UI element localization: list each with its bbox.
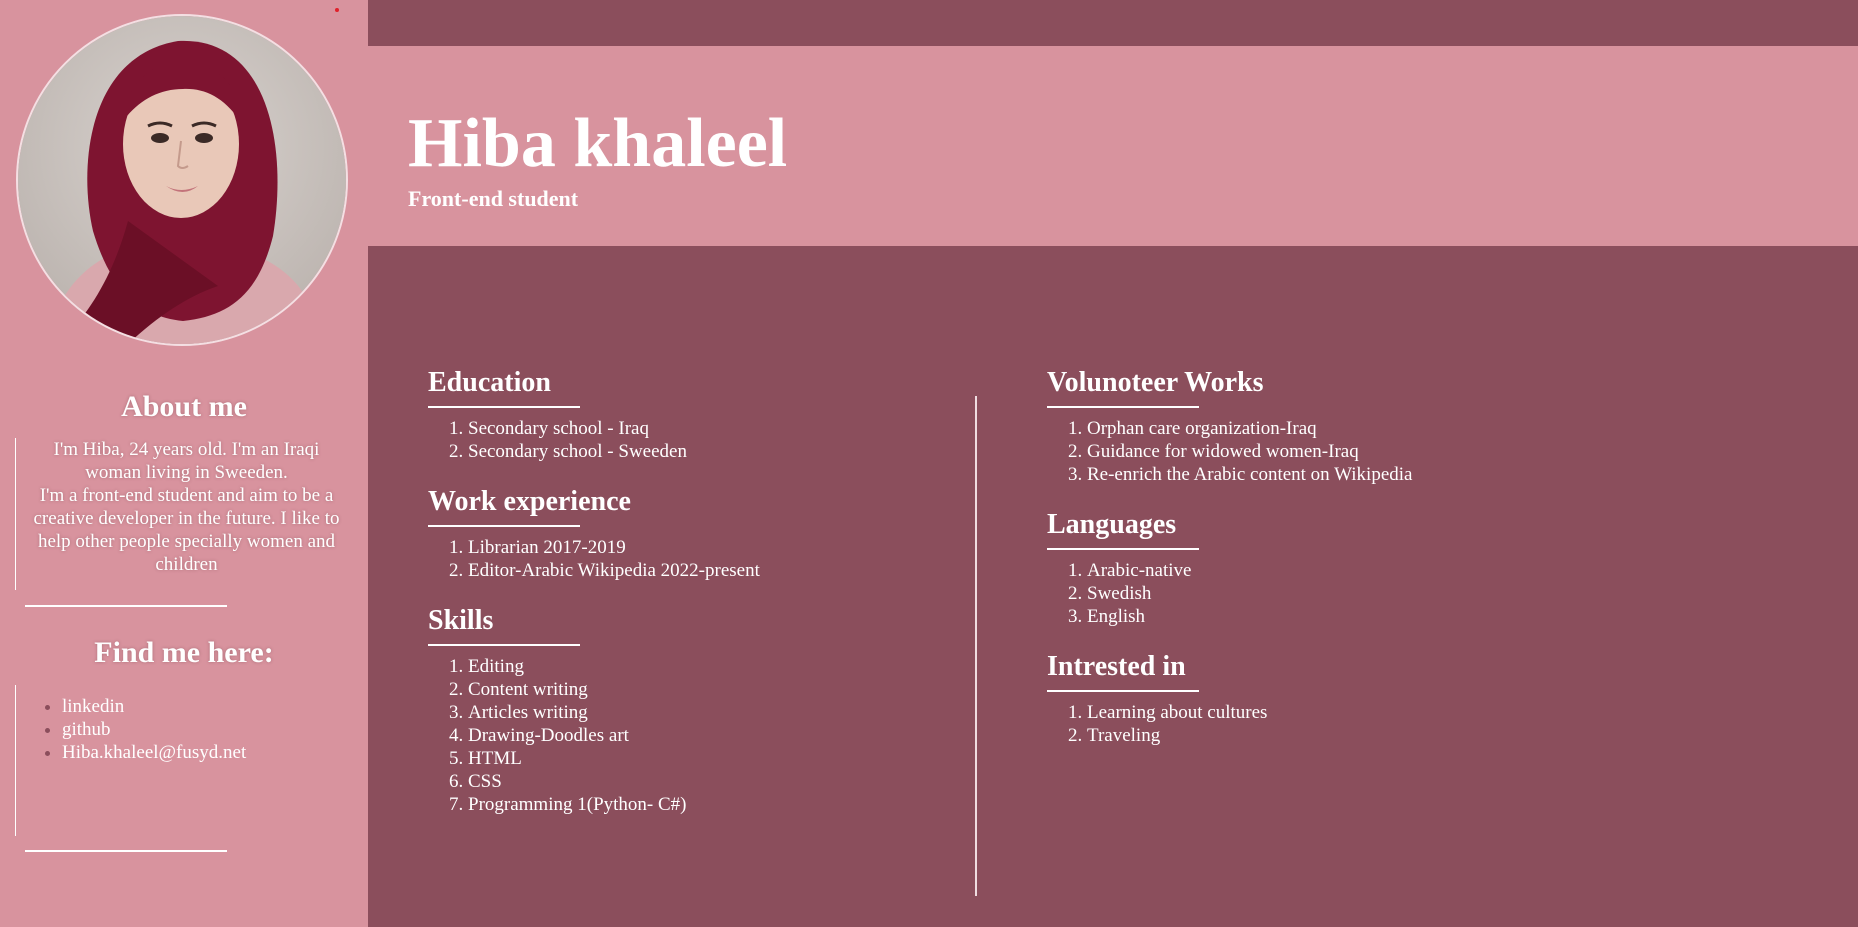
list-item: Drawing-Doodles art: [468, 724, 948, 747]
list-item: Programming 1(Python- C#): [468, 793, 948, 816]
list-item: Re-enrich the Arabic content on Wikipedi…: [1087, 463, 1567, 486]
column-divider: [975, 396, 977, 896]
links-box: linkedin github Hiba.khaleel@fusyd.net: [15, 685, 355, 836]
skills-list: Editing Content writing Articles writing…: [428, 655, 948, 816]
sidebar: About me I'm Hiba, 24 years old. I'm an …: [0, 0, 368, 927]
link-email[interactable]: Hiba.khaleel@fusyd.net: [62, 741, 355, 764]
section-underline: [428, 525, 580, 527]
right-column: Volunoteer Works Orphan care organizatio…: [1047, 364, 1567, 767]
about-heading: About me: [121, 390, 247, 423]
section-title: Intrested in: [1047, 651, 1186, 682]
section-title: Education: [428, 367, 551, 398]
sidebar-divider: [25, 605, 227, 607]
work-list: Librarian 2017-2019 Editor-Arabic Wikipe…: [428, 536, 948, 582]
section-languages: Languages Arabic-native Swedish English: [1047, 506, 1567, 628]
about-line: I'm Hiba, 24 years old. I'm an Iraqi wom…: [53, 439, 320, 483]
section-skills: Skills Editing Content writing Articles …: [428, 602, 948, 816]
section-title: Work experience: [428, 486, 631, 517]
links-list: linkedin github Hiba.khaleel@fusyd.net: [16, 685, 355, 764]
section-underline: [1047, 406, 1199, 408]
list-item: English: [1087, 605, 1567, 628]
languages-list: Arabic-native Swedish English: [1047, 559, 1567, 628]
list-item: Arabic-native: [1087, 559, 1567, 582]
interests-list: Learning about cultures Traveling: [1047, 701, 1567, 747]
find-me-heading: Find me here:: [94, 636, 274, 669]
link-github[interactable]: github: [62, 718, 355, 741]
section-underline: [1047, 690, 1199, 692]
list-item: CSS: [468, 770, 948, 793]
list-item: Secondary school - Iraq: [468, 417, 948, 440]
list-item: Orphan care organization-Iraq: [1087, 417, 1567, 440]
section-education: Education Secondary school - Iraq Second…: [428, 364, 948, 463]
list-item: Editor-Arabic Wikipedia 2022-present: [468, 559, 948, 582]
section-underline: [428, 406, 580, 408]
about-box: I'm Hiba, 24 years old. I'm an Iraqi wom…: [15, 438, 355, 590]
subtitle: Front-end student: [408, 186, 579, 211]
list-item: Librarian 2017-2019: [468, 536, 948, 559]
section-volunteer-works: Volunoteer Works Orphan care organizatio…: [1047, 364, 1567, 486]
section-underline: [1047, 548, 1199, 550]
list-item: Articles writing: [468, 701, 948, 724]
education-list: Secondary school - Iraq Secondary school…: [428, 417, 948, 463]
section-underline: [428, 644, 580, 646]
sidebar-divider: [25, 850, 227, 852]
section-title: Volunoteer Works: [1047, 367, 1264, 398]
list-item: Secondary school - Sweeden: [468, 440, 948, 463]
list-item: Traveling: [1087, 724, 1567, 747]
link-linkedin[interactable]: linkedin: [62, 695, 355, 718]
list-item: Editing: [468, 655, 948, 678]
list-item: Guidance for widowed women-Iraq: [1087, 440, 1567, 463]
about-text: I'm Hiba, 24 years old. I'm an Iraqi wom…: [16, 438, 355, 576]
section-title: Skills: [428, 605, 494, 636]
section-interested-in: Intrested in Learning about cultures Tra…: [1047, 648, 1567, 747]
about-line: I'm a front-end student and aim to be a …: [33, 485, 340, 575]
list-item: Content writing: [468, 678, 948, 701]
left-column: Education Secondary school - Iraq Second…: [428, 364, 948, 836]
section-title: Languages: [1047, 509, 1177, 540]
indicator-dot: [335, 8, 339, 12]
volunteer-list: Orphan care organization-Iraq Guidance f…: [1047, 417, 1567, 486]
list-item: Learning about cultures: [1087, 701, 1567, 724]
profile-photo: [16, 14, 348, 346]
profile-photo-illustration: [18, 16, 346, 344]
list-item: HTML: [468, 747, 948, 770]
section-work-experience: Work experience Librarian 2017-2019 Edit…: [428, 483, 948, 582]
list-item: Swedish: [1087, 582, 1567, 605]
page-title: Hiba khaleel: [408, 105, 788, 182]
